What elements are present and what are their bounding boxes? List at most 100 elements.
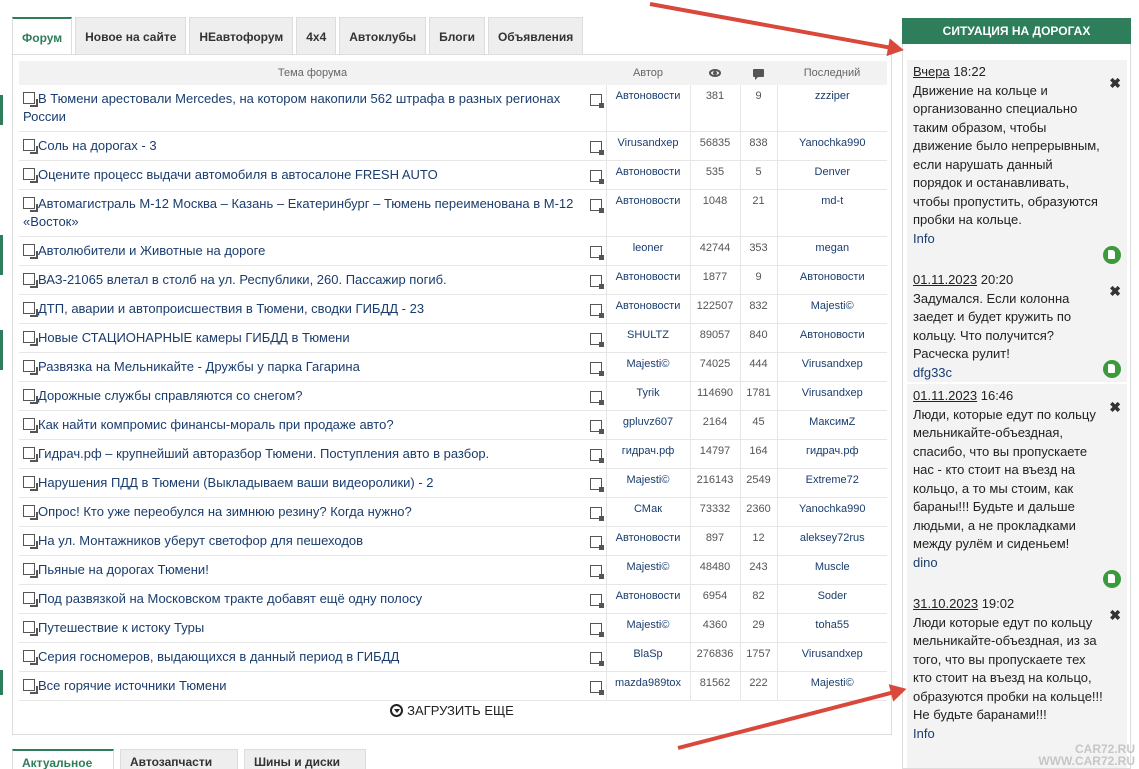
topic-last-poster[interactable]: Denver — [776, 160, 887, 190]
go-to-last-icon[interactable] — [589, 449, 604, 463]
topic-author[interactable]: leoner — [605, 236, 690, 266]
message-author[interactable]: Info — [913, 230, 1121, 249]
topic-link[interactable]: Все горячие источники Тюмени — [38, 678, 227, 693]
topic-last-poster[interactable]: zzziper — [776, 85, 887, 132]
topic-author[interactable]: Virusandxep — [605, 131, 690, 161]
topic-link[interactable]: В Тюмени арестовали Mercedes, на котором… — [23, 91, 560, 124]
topic-author[interactable]: Автоновости — [605, 294, 690, 324]
tab-new-on-site[interactable]: Новое на сайте — [75, 17, 187, 55]
go-to-last-icon[interactable] — [589, 246, 604, 260]
topic-last-poster[interactable]: Virusandxep — [776, 352, 887, 382]
tab-forum[interactable]: Форум — [12, 17, 73, 56]
go-to-last-icon[interactable] — [589, 420, 604, 434]
go-to-last-icon[interactable] — [589, 681, 604, 695]
go-to-last-icon[interactable] — [589, 507, 604, 521]
topic-link[interactable]: Автомагистраль М-12 Москва – Казань – Ек… — [23, 196, 573, 229]
topic-last-poster[interactable]: Yanochka990 — [776, 131, 887, 161]
message-author[interactable]: Info — [913, 725, 1121, 744]
tab-actual[interactable]: Актуальное — [12, 749, 114, 769]
topic-link[interactable]: Автолюбители и Животные на дороге — [38, 243, 265, 258]
topic-link[interactable]: Под развязкой на Московском тракте добав… — [38, 591, 422, 606]
close-icon[interactable]: ✖ — [1109, 398, 1121, 417]
message-date-link[interactable]: 01.11.2023 — [913, 388, 977, 403]
topic-link[interactable]: Пьяные на дорогах Тюмени! — [38, 562, 209, 577]
go-to-last-icon[interactable] — [589, 333, 604, 347]
topic-author[interactable]: Автоновости — [605, 584, 690, 614]
topic-link[interactable]: Оцените процесс выдачи автомобиля в авто… — [38, 167, 438, 182]
topic-last-poster[interactable]: гидрач.рф — [776, 439, 887, 469]
topic-last-poster[interactable]: toha55 — [776, 613, 887, 643]
topic-author[interactable]: Tyrik — [605, 381, 690, 411]
topic-author[interactable]: Majesti© — [605, 468, 690, 498]
thumbs-up-icon[interactable] — [1103, 246, 1121, 264]
go-to-last-icon[interactable] — [589, 652, 604, 666]
topic-author[interactable]: BlaSp — [605, 642, 690, 672]
topic-link[interactable]: ВАЗ-21065 влетал в столб на ул. Республи… — [38, 272, 447, 287]
tab-blogs[interactable]: Блоги — [429, 17, 485, 55]
tab-tires[interactable]: Шины и диски — [244, 749, 366, 769]
go-to-last-icon[interactable] — [589, 170, 604, 184]
go-to-last-icon[interactable] — [589, 478, 604, 492]
topic-link[interactable]: Дорожные службы справляются со снегом? — [38, 388, 302, 403]
go-to-last-icon[interactable] — [589, 536, 604, 550]
tab-4x4[interactable]: 4x4 — [296, 17, 337, 55]
go-to-last-icon[interactable] — [589, 304, 604, 318]
tab-autoparts[interactable]: Автозапчасти — [120, 749, 238, 769]
topic-author[interactable]: гидрач.рф — [605, 439, 690, 469]
topic-link[interactable]: Соль на дорогах - 3 — [38, 138, 157, 153]
go-to-last-icon[interactable] — [589, 594, 604, 608]
topic-last-poster[interactable]: Автоновости — [776, 265, 887, 295]
topic-link[interactable]: ДТП, аварии и автопроисшествия в Тюмени,… — [38, 301, 424, 316]
thumbs-up-icon[interactable] — [1103, 570, 1121, 588]
topic-author[interactable]: Автоновости — [605, 85, 690, 132]
topic-author[interactable]: Majesti© — [605, 555, 690, 585]
message-date-link[interactable]: 01.11.2023 — [913, 272, 977, 287]
topic-last-poster[interactable]: Yanochka990 — [776, 497, 887, 527]
topic-last-poster[interactable]: МаксимZ — [776, 410, 887, 440]
close-icon[interactable]: ✖ — [1109, 74, 1121, 93]
tab-autoclubs[interactable]: Автоклубы — [339, 17, 427, 55]
topic-last-poster[interactable]: Majesti© — [776, 294, 887, 324]
topic-link[interactable]: Серия госномеров, выдающихся в данный пе… — [38, 649, 399, 664]
go-to-last-icon[interactable] — [589, 623, 604, 637]
topic-link[interactable]: Путешествие к истоку Туры — [38, 620, 204, 635]
topic-author[interactable]: Majesti© — [605, 352, 690, 382]
topic-author[interactable]: mazda989tox — [605, 671, 690, 701]
topic-last-poster[interactable]: megan — [776, 236, 887, 266]
thumbs-up-icon[interactable] — [1103, 360, 1121, 378]
topic-last-poster[interactable]: Soder — [776, 584, 887, 614]
topic-link[interactable]: Новые СТАЦИОНАРНЫЕ камеры ГИБДД в Тюмени — [38, 330, 350, 345]
message-date-link[interactable]: 31.10.2023 — [913, 596, 978, 611]
topic-last-poster[interactable]: md-t — [776, 189, 887, 237]
topic-link[interactable]: Опрос! Кто уже переобулся на зимнюю рези… — [38, 504, 412, 519]
topic-author[interactable]: Автоновости — [605, 526, 690, 556]
topic-author[interactable]: СМак — [605, 497, 690, 527]
topic-author[interactable]: gpluvz607 — [605, 410, 690, 440]
topic-author[interactable]: Majesti© — [605, 613, 690, 643]
topic-author[interactable]: SHULTZ — [605, 323, 690, 353]
tab-ne-autoforum[interactable]: НЕавтофорум — [189, 17, 294, 55]
message-author[interactable]: dfg33c — [913, 364, 1121, 383]
tab-ads[interactable]: Объявления — [487, 17, 584, 55]
go-to-last-icon[interactable] — [589, 94, 604, 108]
load-more-button[interactable]: ЗАГРУЗИТЬ ЕЩЕ — [13, 703, 891, 718]
go-to-last-icon[interactable] — [589, 362, 604, 376]
message-date-link[interactable]: Вчера — [913, 64, 950, 79]
go-to-last-icon[interactable] — [589, 199, 604, 213]
topic-author[interactable]: Автоновости — [605, 265, 690, 295]
topic-last-poster[interactable]: Virusandxep — [776, 381, 887, 411]
topic-link[interactable]: Развязка на Мельникайте - Дружбы у парка… — [38, 359, 360, 374]
topic-last-poster[interactable]: Extreme72 — [776, 468, 887, 498]
topic-link[interactable]: Как найти компромис финансы-мораль при п… — [38, 417, 394, 432]
topic-link[interactable]: Гидрач.рф – крупнейший авторазбор Тюмени… — [38, 446, 489, 461]
go-to-last-icon[interactable] — [589, 565, 604, 579]
go-to-last-icon[interactable] — [589, 141, 604, 155]
message-author[interactable]: dino — [913, 554, 1121, 573]
topic-link[interactable]: На ул. Монтажников уберут светофор для п… — [38, 533, 363, 548]
topic-author[interactable]: Автоновости — [605, 189, 690, 237]
close-icon[interactable]: ✖ — [1109, 606, 1121, 625]
topic-last-poster[interactable]: Virusandxep — [776, 642, 887, 672]
close-icon[interactable]: ✖ — [1109, 282, 1121, 301]
topic-last-poster[interactable]: Muscle — [776, 555, 887, 585]
topic-author[interactable]: Автоновости — [605, 160, 690, 190]
